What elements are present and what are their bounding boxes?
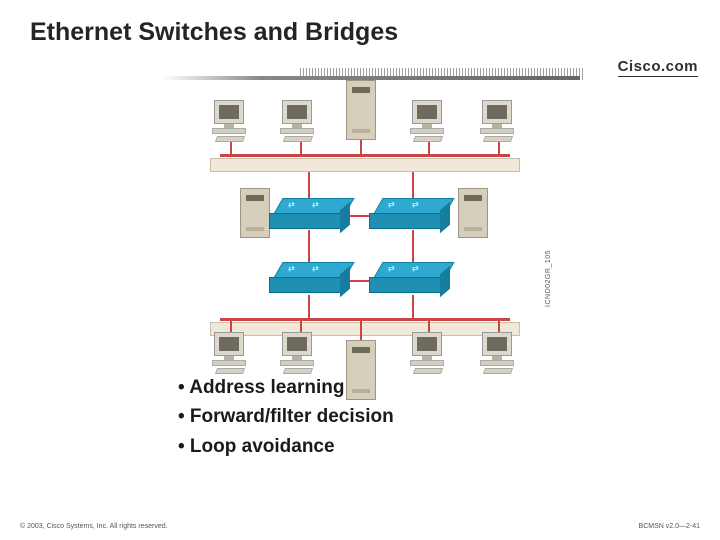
wire-drop (300, 318, 302, 332)
server-icon (346, 80, 376, 140)
wire-switch-link (308, 295, 310, 320)
wire-top-bus (220, 154, 510, 157)
switch-icon: ⇄⇄ (378, 262, 450, 294)
segment-floor-top (210, 158, 520, 172)
workstation-icon (476, 332, 526, 382)
bullet-item: • Forward/filter decision (178, 402, 394, 431)
bullet-item: • Address learning (178, 373, 394, 402)
workstation-icon (406, 332, 456, 382)
slide-title: Ethernet Switches and Bridges (30, 18, 398, 47)
cisco-logo-underline (618, 76, 698, 77)
switch-icon: ⇄⇄ (378, 198, 450, 230)
switch-icon: ⇄⇄ (278, 262, 350, 294)
wire-switch-link (412, 295, 414, 320)
workstation-icon (208, 100, 258, 150)
wire-drop (428, 318, 430, 332)
workstation-icon (476, 100, 526, 150)
cisco-logo: Cisco.com (618, 58, 698, 75)
wire-switch-link (412, 230, 414, 265)
workstation-icon (276, 100, 326, 150)
footer-copyright: © 2003, Cisco Systems, Inc. All rights r… (20, 523, 168, 530)
server-icon (458, 188, 488, 238)
bullet-list: • Address learning • Forward/filter deci… (178, 373, 394, 461)
workstation-icon (406, 100, 456, 150)
server-icon (240, 188, 270, 238)
wire-drop (498, 318, 500, 332)
slide: Ethernet Switches and Bridges Cisco.com (0, 0, 720, 540)
bullet-item: • Loop avoidance (178, 432, 394, 461)
diagram-caption: ICND02GR_105 (545, 250, 552, 307)
network-diagram: ⇄⇄ ⇄⇄ ⇄⇄ ⇄⇄ ICND02GR_105 (150, 100, 570, 360)
switch-icon: ⇄⇄ (278, 198, 350, 230)
wire-drop (230, 318, 232, 332)
wire-bottom-bus (220, 318, 510, 321)
wire-switch-link (308, 230, 310, 265)
footer-slide-number: BCMSN v2.0—2-41 (639, 523, 700, 530)
